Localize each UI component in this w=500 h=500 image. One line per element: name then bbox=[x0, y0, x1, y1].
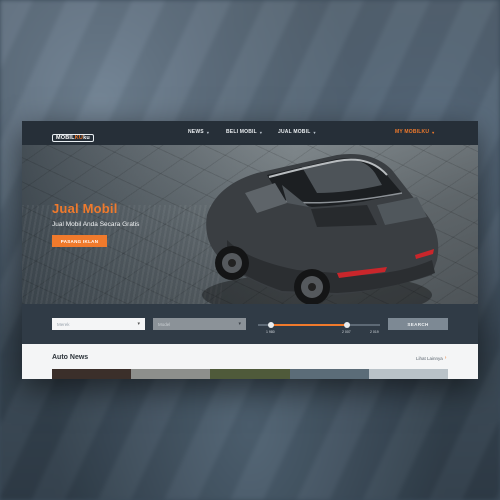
news-thumbnail[interactable] bbox=[368, 369, 449, 379]
nav-jual-mobil[interactable]: JUAL MOBIL ▾ bbox=[278, 129, 316, 135]
chevron-down-icon: ▾ bbox=[259, 129, 263, 135]
news-thumbnail[interactable] bbox=[131, 369, 211, 379]
nav-news[interactable]: NEWS ▾ bbox=[188, 129, 209, 135]
model-select-placeholder: Model bbox=[158, 321, 171, 327]
browser-window: MOBILKUku Indonesian Marketplace Since 1… bbox=[22, 121, 478, 379]
nav-news-label: NEWS bbox=[188, 129, 204, 135]
nav-my-mobilku[interactable]: MY MOBILKU ▾ bbox=[395, 129, 434, 135]
chevron-down-icon: ▾ bbox=[137, 321, 140, 327]
search-button[interactable]: SEARCH bbox=[388, 318, 448, 330]
hero-subtitle: Jual Mobil Anda Secara Gratis bbox=[52, 221, 140, 228]
see-more-link[interactable]: Lihat Lainnya › bbox=[416, 355, 446, 361]
chevron-down-icon: ▾ bbox=[238, 321, 241, 327]
nav-jual-mobil-label: JUAL MOBIL bbox=[278, 129, 311, 135]
range-selected-label: 2 007 bbox=[342, 330, 351, 334]
pasang-iklan-button[interactable]: PASANG IKLAN bbox=[52, 235, 107, 247]
brand-select[interactable]: Merek ▾ bbox=[52, 318, 145, 330]
brand-select-placeholder: Merek bbox=[57, 321, 70, 327]
slider-fill bbox=[269, 324, 345, 326]
see-more-label: Lihat Lainnya bbox=[416, 355, 443, 361]
news-thumbnail[interactable] bbox=[210, 369, 290, 379]
chevron-down-icon: ▾ bbox=[432, 129, 435, 135]
news-thumbnail[interactable] bbox=[289, 369, 369, 379]
news-thumbnail[interactable] bbox=[52, 369, 132, 379]
nav-my-mobilku-label: MY MOBILKU bbox=[395, 129, 430, 135]
hero-title: Jual Mobil bbox=[52, 201, 118, 216]
search-bar: Merek ▾ Model ▾ 1 980 2 007 2 019 SEARCH bbox=[22, 304, 478, 344]
logo-wordmark: MOBILKUku bbox=[52, 134, 94, 142]
site-logo[interactable]: MOBILKUku Indonesian Marketplace Since 1… bbox=[52, 126, 104, 148]
range-min-label: 1 980 bbox=[266, 330, 275, 334]
chevron-right-icon: › bbox=[444, 355, 447, 361]
year-range-slider[interactable]: 1 980 2 007 2 019 bbox=[258, 320, 380, 340]
chevron-down-icon: ▾ bbox=[206, 129, 210, 135]
nav-beli-mobil-label: BELI MOBIL bbox=[226, 129, 257, 135]
slider-thumb-low[interactable] bbox=[268, 322, 274, 328]
news-section-title: Auto News bbox=[52, 354, 89, 361]
nav-beli-mobil[interactable]: BELI MOBIL ▾ bbox=[226, 129, 262, 135]
top-navbar: MOBILKUku Indonesian Marketplace Since 1… bbox=[22, 121, 478, 148]
range-max-label: 2 019 bbox=[370, 330, 379, 334]
model-select[interactable]: Model ▾ bbox=[153, 318, 246, 330]
slider-thumb-high[interactable] bbox=[344, 322, 350, 328]
chevron-down-icon: ▾ bbox=[313, 129, 316, 135]
hero-banner: Jual Mobil Jual Mobil Anda Secara Gratis… bbox=[22, 145, 478, 328]
suv-car-image bbox=[202, 154, 439, 317]
news-thumbnails bbox=[52, 369, 449, 379]
auto-news-section: Auto News Lihat Lainnya › bbox=[22, 344, 478, 379]
